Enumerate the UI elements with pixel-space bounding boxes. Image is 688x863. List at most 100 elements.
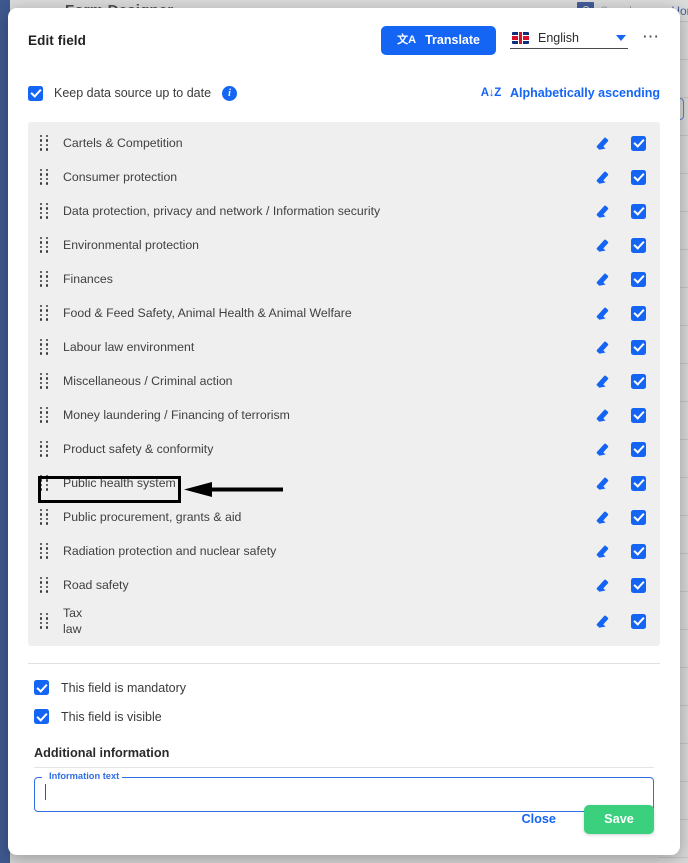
field-toggles: This field is mandatory This field is vi… bbox=[8, 664, 680, 724]
sort-order-button[interactable]: A↓Z Alphabetically ascending bbox=[481, 86, 660, 100]
chevron-down-icon bbox=[616, 35, 626, 41]
edit-pencil-icon[interactable] bbox=[598, 204, 613, 219]
option-row[interactable]: Data protection, privacy and network / I… bbox=[28, 194, 660, 228]
option-row-actions bbox=[598, 543, 646, 559]
option-label: Environmental protection bbox=[63, 238, 200, 252]
option-label: Miscellaneous / Criminal action bbox=[63, 374, 233, 388]
drag-handle-icon[interactable] bbox=[38, 612, 50, 629]
edit-pencil-icon[interactable] bbox=[598, 238, 613, 253]
edit-pencil-icon[interactable] bbox=[598, 578, 613, 593]
option-label: Public procurement, grants & aid bbox=[63, 510, 242, 524]
save-button[interactable]: Save bbox=[584, 804, 654, 834]
edit-pencil-icon[interactable] bbox=[598, 442, 613, 457]
drag-handle-icon[interactable] bbox=[38, 440, 50, 457]
close-button[interactable]: Close bbox=[517, 806, 560, 832]
additional-information-rule bbox=[34, 767, 654, 768]
option-label: Tax law bbox=[63, 606, 83, 636]
option-row[interactable]: Tax law bbox=[28, 602, 660, 640]
edit-pencil-icon[interactable] bbox=[598, 374, 613, 389]
option-label: Labour law environment bbox=[63, 340, 195, 354]
option-row[interactable]: Road safety bbox=[28, 568, 660, 602]
option-row[interactable]: Public procurement, grants & aid bbox=[28, 500, 660, 534]
information-text-legend: Information text bbox=[46, 771, 123, 781]
option-row[interactable]: Finances bbox=[28, 262, 660, 296]
option-row[interactable]: Labour law environment bbox=[28, 330, 660, 364]
keep-data-source-checkbox[interactable] bbox=[28, 85, 43, 101]
drag-handle-icon[interactable] bbox=[38, 270, 50, 287]
edit-pencil-icon[interactable] bbox=[598, 510, 613, 525]
option-label: Radiation protection and nuclear safety bbox=[63, 544, 277, 558]
edit-pencil-icon[interactable] bbox=[598, 476, 613, 491]
option-checkbox[interactable] bbox=[631, 509, 646, 525]
option-checkbox[interactable] bbox=[631, 475, 646, 491]
translate-button[interactable]: 文A Translate bbox=[381, 25, 496, 55]
drag-handle-icon[interactable] bbox=[38, 474, 50, 491]
option-row-actions bbox=[598, 203, 646, 219]
drag-handle-icon[interactable] bbox=[38, 406, 50, 423]
mandatory-checkbox[interactable] bbox=[34, 680, 49, 695]
option-checkbox[interactable] bbox=[631, 373, 646, 389]
edit-pencil-icon[interactable] bbox=[598, 340, 613, 355]
drag-handle-icon[interactable] bbox=[38, 576, 50, 593]
edit-pencil-icon[interactable] bbox=[598, 170, 613, 185]
option-row-actions bbox=[598, 613, 646, 629]
sort-order-label: Alphabetically ascending bbox=[509, 86, 660, 100]
language-select[interactable]: English bbox=[510, 31, 628, 49]
additional-information-title: Additional information bbox=[34, 746, 170, 760]
option-row[interactable]: Radiation protection and nuclear safety bbox=[28, 534, 660, 568]
option-row-actions bbox=[598, 577, 646, 593]
option-row[interactable]: Miscellaneous / Criminal action bbox=[28, 364, 660, 398]
option-row[interactable]: Cartels & Competition bbox=[28, 126, 660, 160]
drag-handle-icon[interactable] bbox=[38, 168, 50, 185]
visible-checkbox[interactable] bbox=[34, 709, 49, 724]
option-row[interactable]: Money laundering / Financing of terroris… bbox=[28, 398, 660, 432]
option-checkbox[interactable] bbox=[631, 407, 646, 423]
option-checkbox[interactable] bbox=[631, 135, 646, 151]
option-checkbox[interactable] bbox=[631, 543, 646, 559]
option-label: Public health system bbox=[63, 476, 176, 490]
option-row[interactable]: Environmental protection bbox=[28, 228, 660, 262]
option-row[interactable]: Product safety & conformity bbox=[28, 432, 660, 466]
edit-pencil-icon[interactable] bbox=[598, 136, 613, 151]
edit-pencil-icon[interactable] bbox=[598, 408, 613, 423]
edit-pencil-icon[interactable] bbox=[598, 614, 613, 629]
mandatory-label: This field is mandatory bbox=[61, 680, 187, 695]
drag-handle-icon[interactable] bbox=[38, 542, 50, 559]
edit-pencil-icon[interactable] bbox=[598, 544, 613, 559]
option-row[interactable]: Public health system bbox=[28, 466, 660, 500]
drag-handle-icon[interactable] bbox=[38, 508, 50, 525]
drag-handle-icon[interactable] bbox=[38, 304, 50, 321]
option-checkbox[interactable] bbox=[631, 237, 646, 253]
option-checkbox[interactable] bbox=[631, 305, 646, 321]
option-row[interactable]: Consumer protection bbox=[28, 160, 660, 194]
option-list: Cartels & Competition Consumer protection… bbox=[28, 122, 660, 646]
option-checkbox[interactable] bbox=[631, 613, 646, 629]
drag-handle-icon[interactable] bbox=[38, 338, 50, 355]
option-row-actions bbox=[598, 135, 646, 151]
option-label: Consumer protection bbox=[63, 170, 178, 184]
info-icon[interactable]: i bbox=[222, 85, 238, 101]
option-row[interactable]: Food & Feed Safety, Animal Health & Anim… bbox=[28, 296, 660, 330]
option-checkbox[interactable] bbox=[631, 271, 646, 287]
translate-icon: 文A bbox=[397, 33, 417, 46]
translate-button-label: Translate bbox=[425, 33, 480, 47]
edit-pencil-icon[interactable] bbox=[598, 306, 613, 321]
visible-toggle-row[interactable]: This field is visible bbox=[34, 709, 660, 724]
option-label: Cartels & Competition bbox=[63, 136, 183, 150]
option-checkbox[interactable] bbox=[631, 169, 646, 185]
drag-handle-icon[interactable] bbox=[38, 236, 50, 253]
option-row-actions bbox=[598, 475, 646, 491]
drag-handle-icon[interactable] bbox=[38, 134, 50, 151]
mandatory-toggle-row[interactable]: This field is mandatory bbox=[34, 680, 660, 695]
edit-pencil-icon[interactable] bbox=[598, 272, 613, 287]
ellipsis-icon[interactable]: ⋯ bbox=[642, 28, 660, 47]
option-checkbox[interactable] bbox=[631, 203, 646, 219]
uk-flag-icon bbox=[512, 32, 529, 44]
drag-handle-icon[interactable] bbox=[38, 372, 50, 389]
dialog-footer: Close Save bbox=[8, 791, 680, 855]
option-checkbox[interactable] bbox=[631, 339, 646, 355]
drag-handle-icon[interactable] bbox=[38, 202, 50, 219]
keep-data-source-updated-row[interactable]: Keep data source up to date i bbox=[28, 85, 238, 101]
option-checkbox[interactable] bbox=[631, 441, 646, 457]
option-checkbox[interactable] bbox=[631, 577, 646, 593]
